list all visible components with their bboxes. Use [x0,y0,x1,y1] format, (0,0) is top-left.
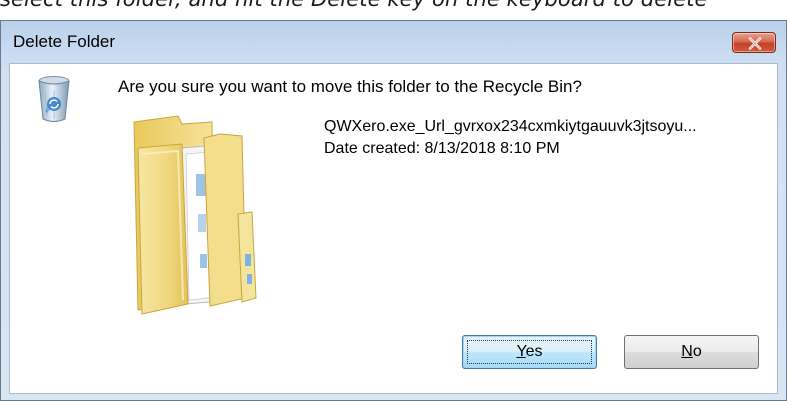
yes-button[interactable]: Yes [462,335,597,369]
screen: select this folder, and hit the Delete k… [0,0,787,401]
folder-icon [133,115,257,315]
folder-info: QWXero.exe_Url_gvrxox234cxmkiytgauuvk3jt… [324,116,697,160]
no-accelerator: N [681,343,693,360]
close-button[interactable] [732,32,776,53]
confirmation-question: Are you sure you want to move this folde… [118,77,582,96]
close-icon [748,37,762,50]
delete-folder-dialog: Delete Folder Are you sure you want to m… [0,20,787,401]
folder-name: QWXero.exe_Url_gvrxox234cxmkiytgauuvk3jt… [324,118,697,135]
folder-date-created: Date created: 8/13/2018 8:10 PM [324,140,560,157]
no-button[interactable]: No [624,335,759,369]
dialog-title: Delete Folder [13,32,116,51]
yes-label: es [525,343,543,360]
recycle-bin-icon [38,76,70,122]
background-document-text: select this folder, and hit the Delete k… [0,0,708,11]
dialog-content: Are you sure you want to move this folde… [9,63,778,394]
no-label: o [692,343,702,360]
yes-accelerator: Y [516,343,526,360]
dialog-titlebar[interactable]: Delete Folder [1,21,786,63]
